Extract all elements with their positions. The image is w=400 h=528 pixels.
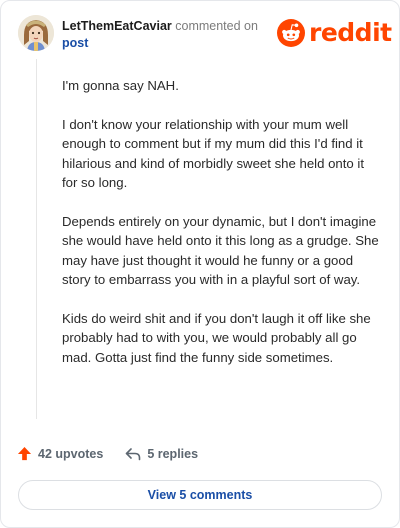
reply-arrow-icon [126,447,141,460]
view-comments-button[interactable]: View 5 comments [18,480,382,510]
thread-line [36,59,37,419]
replies-count: 5 replies [147,446,199,461]
comment-paragraph: I'm gonna say NAH. [62,78,179,93]
comment-author[interactable]: LetThemEatCaviar [62,19,172,33]
comment-card: LetThemEatCaviar commented on post reddi… [0,0,400,528]
view-comments-label: View 5 comments [147,488,253,502]
reddit-snoo-icon [277,19,305,47]
comment-footer: 42 upvotes 5 replies [17,446,198,461]
avatar-illustration-icon [18,15,54,51]
comment-paragraph: Kids do weird shit and if you don't laug… [62,310,371,365]
reddit-wordmark: reddit [309,18,392,47]
comment-action-text: commented on [175,19,258,33]
user-avatar[interactable] [18,15,54,51]
comment-header: LetThemEatCaviar commented on post [62,18,262,51]
reddit-logo[interactable]: reddit [277,18,392,48]
post-link[interactable]: post [62,35,262,51]
comment-paragraph: Depends entirely on your dynamic, but I … [62,213,379,288]
upvote-count: 42 upvotes [38,446,104,461]
comment-paragraph: I don't know your relationship with your… [62,116,365,191]
comment-body: I'm gonna say NAH. I don't know your rel… [62,76,380,386]
replies-button[interactable]: 5 replies [125,447,198,461]
upvote-button[interactable]: 42 upvotes [17,446,103,461]
upvote-arrow-icon [17,446,32,461]
